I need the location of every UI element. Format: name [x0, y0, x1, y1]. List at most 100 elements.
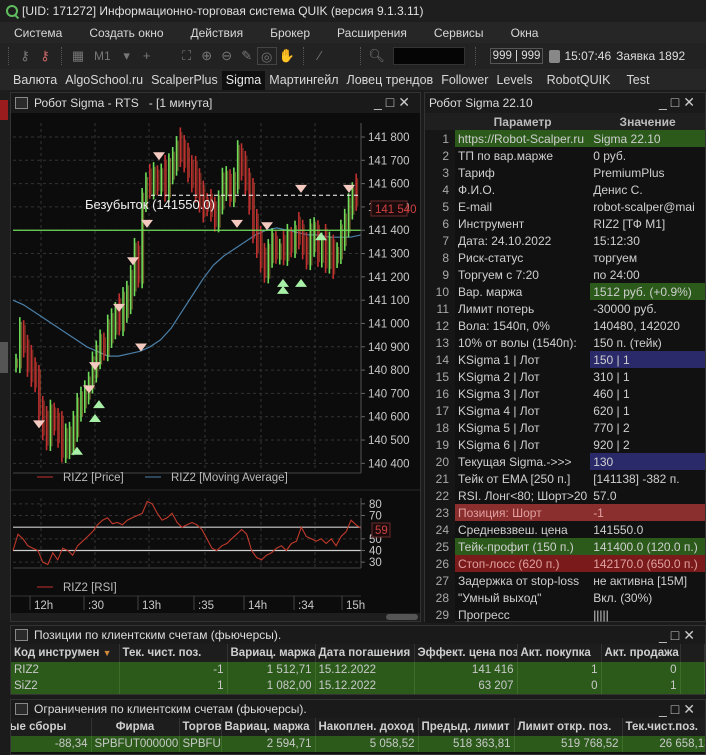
tab-follower[interactable]: Follower — [437, 71, 492, 90]
param-row[interactable]: 3 Тариф PremiumPlus — [425, 164, 705, 181]
tab-scalperplus[interactable]: ScalperPlus — [147, 71, 222, 90]
horizontal-scrollbar[interactable] — [11, 613, 420, 621]
search-input[interactable] — [392, 47, 465, 65]
search-quote-icon[interactable]: 🔍︎ — [367, 47, 387, 65]
param-row[interactable]: 28 "Умный выход" Вкл. (30%) — [425, 589, 705, 606]
tab-trend-catcher[interactable]: Ловец трендов — [343, 71, 438, 90]
value-column-header[interactable]: Значение — [590, 113, 705, 130]
zoom-out-icon[interactable]: ⊖ — [217, 47, 237, 65]
col-active-buy[interactable]: Акт. покупка — [517, 644, 602, 662]
param-row[interactable]: 22 RSI. Лонг<80; Шорт>20 57.0 — [425, 487, 705, 504]
param-row[interactable]: 4 Ф.И.О. Денис С. — [425, 181, 705, 198]
col-net-position[interactable]: Тек. чист. поз. — [119, 644, 228, 662]
param-column-header[interactable]: Параметр — [455, 113, 591, 130]
param-row[interactable]: 15 KSigma 2 | Лот 310 | 1 — [425, 368, 705, 385]
positions-window-titlebar[interactable]: Позиции по клиентским счетам (фьючерсы).… — [11, 626, 705, 644]
col-open-pos-limit[interactable]: Лимит откр. поз. — [514, 718, 623, 736]
tab-algoschool[interactable]: AlgoSchool.ru — [61, 71, 147, 90]
maximize-icon[interactable]: □ — [671, 701, 683, 717]
param-row[interactable]: 27 Задержка от stop-loss не активна [15M] — [425, 572, 705, 589]
add-chart-icon[interactable]: ▦ — [68, 47, 88, 65]
menu-broker[interactable]: Брокер — [256, 26, 323, 40]
tab-martingale[interactable]: Мартингейл — [265, 71, 342, 90]
param-row[interactable]: 25 Тейк-профит (150 п.) 141400.0 (120.0 п.… — [425, 538, 705, 555]
minimize-icon[interactable]: _ — [374, 94, 386, 110]
param-row[interactable]: 11 Лимит потерь -30000 руб. — [425, 300, 705, 317]
col-expiry-date[interactable]: Дата погашения — [315, 644, 415, 662]
param-row[interactable]: 21 Тейк от EMA [250 п.] [141138] -382 п. — [425, 470, 705, 487]
param-row[interactable]: 13 10% от волы (1540п): 150 п. (тейк) — [425, 334, 705, 351]
param-row[interactable]: 2 ТП по вар.марже 0 руб. — [425, 147, 705, 164]
tab-sigma[interactable]: Sigma — [221, 71, 266, 90]
tab-valuta[interactable]: Валюта — [0, 71, 61, 90]
zoom-in-icon[interactable]: ⊕ — [197, 47, 217, 65]
param-row[interactable]: 7 Дата: 24.10.2022 15:12:30 — [425, 232, 705, 249]
tab-test[interactable]: Test — [621, 71, 656, 90]
maximize-icon[interactable]: □ — [386, 94, 398, 110]
maximize-icon[interactable]: □ — [671, 94, 683, 110]
menu-extensions[interactable]: Расширения — [323, 26, 420, 40]
param-row[interactable]: 1 https://Robot-Scalper.ru Sigma 22.10 — [425, 130, 705, 147]
col-trade-account[interactable]: Торгов — [179, 718, 222, 736]
param-row[interactable]: 20 Текущая Sigma.->>> 130 — [425, 453, 705, 470]
line-draw-icon[interactable]: ⁄ — [310, 47, 330, 65]
col-var-margin[interactable]: Вариац. маржа — [221, 718, 316, 736]
menu-system[interactable]: Система — [0, 26, 75, 40]
param-row[interactable]: 12 Вола: 1540п, 0% 140480, 142020 — [425, 317, 705, 334]
close-icon[interactable]: ✕ — [398, 94, 414, 110]
col-net-position[interactable]: Тек.чист.поз. — [622, 718, 705, 736]
param-row[interactable]: 5 E-mail robot-scalper@mai — [425, 198, 705, 215]
sort-desc-icon[interactable]: ▼ — [103, 648, 112, 658]
param-row[interactable]: 23 Позиция: Шорт -1 — [425, 504, 705, 521]
param-row[interactable]: 18 KSigma 5 | Лот 770 | 2 — [425, 419, 705, 436]
chart-window-titlebar[interactable]: Робот Sigma - RTS - [1 минута] _□✕ — [11, 93, 420, 113]
col-effective-price[interactable]: Эффект. цена поз. — [414, 644, 518, 662]
param-row[interactable]: 24 Средневзвеш. цена 141550.0 — [425, 521, 705, 538]
menu-create-window[interactable]: Создать окно — [75, 26, 176, 40]
param-row[interactable]: 8 Риск-статус торгуем — [425, 249, 705, 266]
scrollbar-thumb[interactable] — [386, 614, 418, 620]
param-row[interactable]: 26 Стоп-лосс (620 п.) 142170.0 (650.0 п.) — [425, 555, 705, 572]
table-row[interactable]: RIZ2 -1 1 512,71 15.12.2022 141 416 1 0 — [11, 662, 705, 678]
interval-select[interactable]: M1 — [94, 49, 111, 63]
price-chart[interactable]: 141 800141 700141 600141 500141 400141 3… — [11, 113, 420, 621]
param-row[interactable]: 17 KSigma 4 | Лот 620 | 1 — [425, 402, 705, 419]
param-row[interactable]: 19 KSigma 6 | Лот 920 | 2 — [425, 436, 705, 453]
limits-window-titlebar[interactable]: Ограничения по клиентским счетам (фьючер… — [11, 700, 705, 718]
info-icon[interactable] — [549, 49, 561, 63]
left-dock-marker-gray[interactable] — [0, 342, 8, 373]
param-row[interactable]: 29 Прогресс ||||| — [425, 606, 705, 623]
maximize-icon[interactable]: □ — [671, 627, 683, 643]
menu-actions[interactable]: Действия — [177, 26, 257, 40]
col-accrued-income[interactable]: Накоплен. доход — [315, 718, 419, 736]
param-row[interactable]: 9 Торгуем с 7:20 по 24:00 — [425, 266, 705, 283]
connect-key-icon[interactable]: ⚷ — [15, 47, 35, 65]
menu-services[interactable]: Сервисы — [420, 26, 497, 40]
col-prev-limit[interactable]: Предыд. лимит — [418, 718, 515, 736]
col-firm[interactable]: Фирма — [91, 718, 180, 736]
tab-robotquik[interactable]: RobotQUIK — [537, 71, 621, 90]
hand-pan-icon[interactable]: ✋ — [277, 47, 297, 65]
close-icon[interactable]: ✕ — [683, 701, 699, 717]
target-icon[interactable]: ◎ — [256, 47, 277, 65]
fit-screen-icon[interactable]: ⛶ — [177, 47, 197, 65]
param-row[interactable]: 16 KSigma 3 | Лот 460 | 1 — [425, 385, 705, 402]
table-row[interactable]: SiZ2 1 1 082,00 15.12.2022 63 207 0 1 — [11, 678, 705, 694]
minimize-icon[interactable]: _ — [659, 701, 671, 717]
minimize-icon[interactable]: _ — [659, 627, 671, 643]
close-icon[interactable]: ✕ — [683, 627, 699, 643]
crosshair-icon[interactable]: + — [137, 47, 157, 65]
tab-levels[interactable]: Levels — [492, 71, 536, 90]
message-counter[interactable]: 999 | 999 — [489, 48, 544, 64]
col-exchange-fees[interactable]: Биржевые сборы — [11, 718, 92, 736]
left-dock-marker-red[interactable] — [0, 100, 8, 120]
param-row[interactable]: 6 Инструмент RIZ2 [ТФ M1] — [425, 215, 705, 232]
minimize-icon[interactable]: _ — [659, 94, 671, 110]
table-row[interactable]: -88,34SPBFUT000000SPBFUT2 594,715 058,52… — [11, 736, 705, 752]
param-row[interactable]: 10 Вар. маржа 1512 руб. (+0.9%) — [425, 283, 705, 300]
interval-dropdown-icon[interactable]: ▾ — [117, 47, 137, 65]
params-window-titlebar[interactable]: Робот Sigma 22.10 _□✕ — [425, 93, 705, 113]
col-instrument-code[interactable]: Код инструмен ▼ — [11, 644, 120, 662]
ruler-icon[interactable]: ✎ — [237, 47, 257, 65]
param-row[interactable]: 14 KSigma 1 | Лот 150 | 1 — [425, 351, 705, 368]
